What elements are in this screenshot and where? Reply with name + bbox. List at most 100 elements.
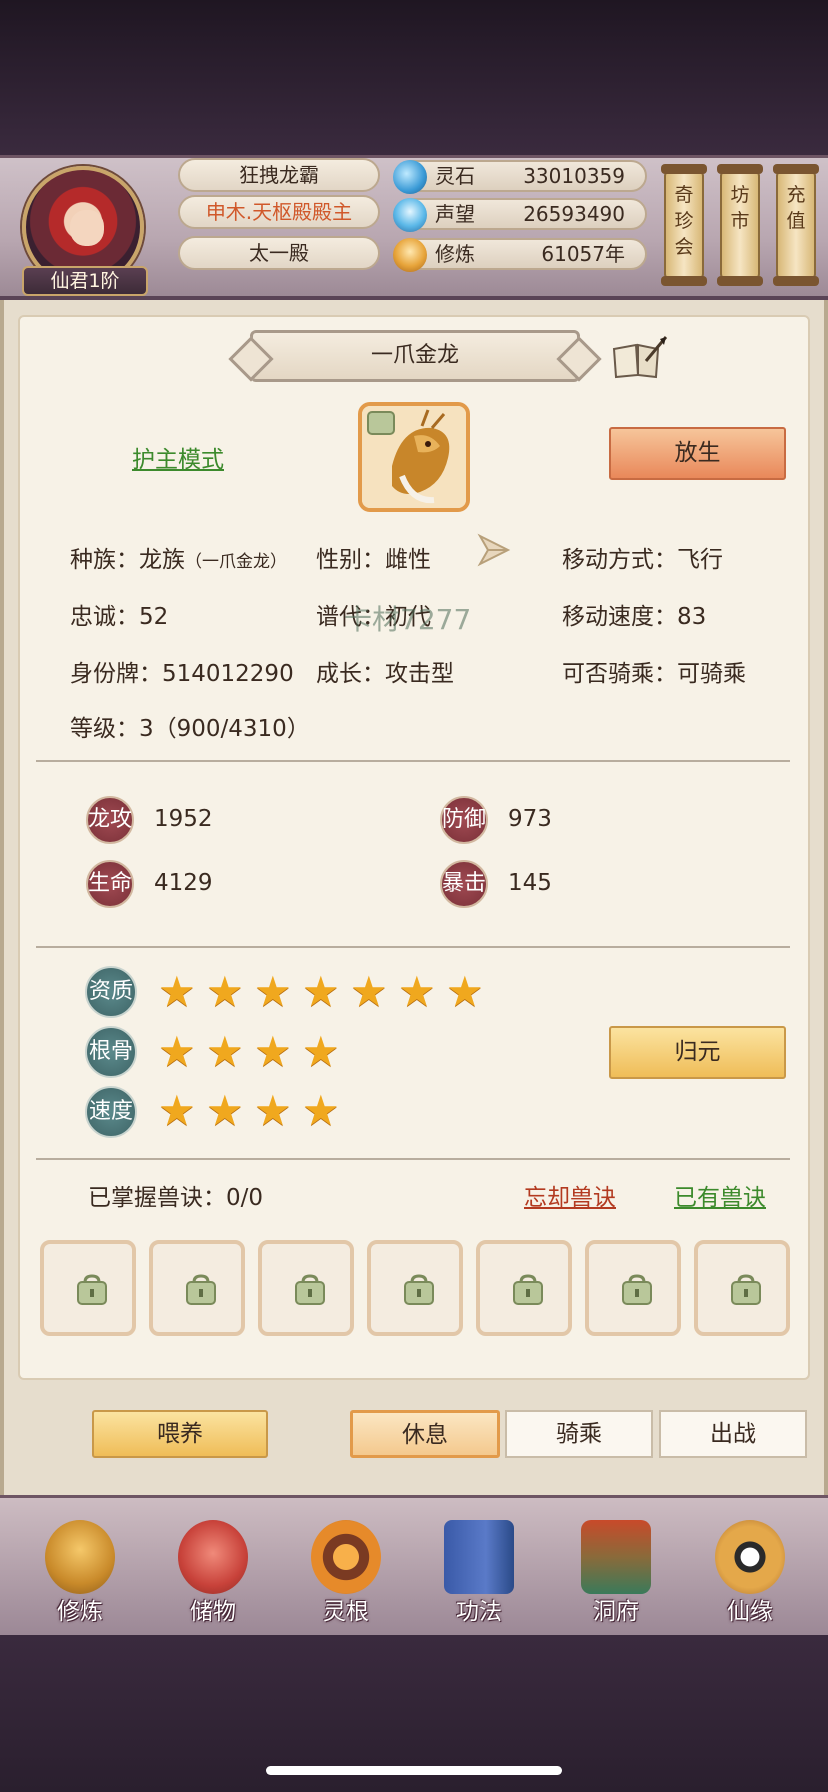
divider	[36, 1158, 790, 1160]
skill-slot[interactable]	[585, 1240, 681, 1336]
divider	[36, 946, 790, 948]
stat-value-hp: 4129	[154, 870, 213, 896]
loyalty-info: 忠诚：52	[70, 604, 169, 630]
star-icon: ★	[158, 967, 196, 1016]
race-value: 龙族	[139, 547, 185, 573]
lock-icon	[404, 1274, 434, 1305]
move-speed-info: 移动速度：83	[562, 604, 707, 630]
stat-badge-defense: 防御	[440, 796, 488, 844]
nav-label: 洞府	[593, 1599, 639, 1625]
pet-portrait[interactable]	[358, 402, 470, 512]
fight-button[interactable]: 出战	[659, 1410, 807, 1458]
pet-name-title: 一爪金龙	[250, 330, 580, 382]
ride-button[interactable]: 骑乘	[505, 1410, 653, 1458]
player-name: 狂拽龙霸	[178, 158, 380, 192]
resource-value: 33010359	[523, 164, 625, 188]
nav-cave-mansion[interactable]: 洞府	[566, 1520, 666, 1630]
resource-spirit-stone: 灵石 33010359	[393, 160, 647, 194]
growth-info: 成长：攻击型	[316, 661, 454, 687]
top-background	[0, 0, 828, 155]
nav-spirit-root[interactable]: 灵根	[296, 1520, 396, 1630]
star-icon: ★	[158, 1086, 196, 1135]
switch-arrow-icon[interactable]	[474, 532, 514, 568]
skill-slot[interactable]	[40, 1240, 136, 1336]
mastered-skills-label: 已掌握兽诀：0/0	[88, 1185, 264, 1211]
skill-slot[interactable]	[476, 1240, 572, 1336]
star-icon: ★	[254, 967, 292, 1016]
rideable-info: 可否骑乘：可骑乘	[562, 661, 746, 687]
rest-button[interactable]: 休息	[350, 1410, 500, 1458]
star-icon: ★	[302, 967, 340, 1016]
star-icon: ★	[206, 1027, 244, 1076]
divider	[36, 760, 790, 762]
resource-cultivation: 修炼 61057年	[393, 238, 647, 272]
scroll-button-recharge[interactable]: 充值	[773, 164, 819, 286]
lock-icon	[77, 1274, 107, 1305]
nav-label: 灵根	[323, 1599, 369, 1625]
stat-value-attack: 1952	[154, 806, 213, 832]
race-subtype: （一爪金龙）	[185, 552, 287, 572]
nav-label: 储物	[190, 1599, 236, 1625]
feed-button[interactable]: 喂养	[92, 1410, 268, 1458]
resource-value: 61057年	[541, 242, 625, 266]
gender-info: 性别：雌性	[316, 547, 431, 573]
rank-plate: 仙君1阶	[22, 266, 148, 296]
player-header: 仙君1阶 狂拽龙霸 申木.天枢殿殿主 太一殿 灵石 33010359 声望 26…	[0, 155, 828, 300]
spirit-root-emblem-icon	[311, 1520, 381, 1594]
nav-label: 仙缘	[727, 1599, 773, 1625]
avatar-face	[70, 210, 104, 246]
nav-label: 修炼	[57, 1599, 103, 1625]
gourd-yinyang-icon	[715, 1520, 785, 1594]
stat-value-crit: 145	[508, 870, 552, 896]
nav-cultivate[interactable]: 修炼	[30, 1520, 130, 1630]
resource-label: 修炼	[435, 242, 475, 266]
owned-skills-link[interactable]: 已有兽诀	[674, 1178, 766, 1212]
resource-label: 灵石	[435, 164, 475, 188]
race-label: 种族：	[70, 547, 139, 573]
aptitude-badge-speed: 速度	[85, 1086, 137, 1138]
lock-icon	[295, 1274, 325, 1305]
stat-badge-crit: 暴击	[440, 860, 488, 908]
scroll-label: 坊市	[730, 184, 750, 232]
return-origin-button[interactable]: 归元	[609, 1026, 786, 1079]
aptitude-badge-bone: 根骨	[85, 1026, 137, 1078]
book-quill-icon[interactable]	[610, 335, 668, 381]
skill-slot[interactable]	[258, 1240, 354, 1336]
stars-bone: ★ ★ ★ ★	[158, 1027, 342, 1076]
player-hall: 太一殿	[178, 236, 380, 270]
skill-slot[interactable]	[694, 1240, 790, 1336]
nav-label: 功法	[456, 1599, 502, 1625]
skill-slot[interactable]	[149, 1240, 245, 1336]
resource-value: 26593490	[523, 202, 625, 226]
release-button[interactable]: 放生	[609, 427, 786, 480]
lock-icon	[186, 1274, 216, 1305]
id-tag-info: 身份牌：514012290	[70, 661, 294, 687]
star-icon: ★	[398, 967, 436, 1016]
level-info: 等级：3（900/4310）	[70, 716, 310, 742]
scroll-label: 奇珍会	[674, 184, 694, 258]
scroll-button-treasure-auction[interactable]: 奇珍会	[661, 164, 707, 286]
stat-badge-attack: 龙攻	[86, 796, 134, 844]
cave-mansion-gate-icon	[581, 1520, 651, 1594]
nav-immortal-fate[interactable]: 仙缘	[700, 1520, 800, 1630]
star-icon: ★	[254, 1027, 292, 1076]
move-type-info: 移动方式：飞行	[562, 547, 723, 573]
home-indicator[interactable]	[266, 1766, 562, 1775]
forget-skill-link[interactable]: 忘却兽诀	[524, 1178, 616, 1212]
star-icon: ★	[302, 1027, 340, 1076]
lock-icon	[731, 1274, 761, 1305]
resource-reputation: 声望 26593490	[393, 198, 647, 232]
scroll-button-market[interactable]: 坊市	[717, 164, 763, 286]
lock-icon	[513, 1274, 543, 1305]
protect-mode-link[interactable]: 护主模式	[132, 440, 224, 474]
stars-quality: ★ ★ ★ ★ ★ ★ ★	[158, 967, 486, 1016]
stat-badge-hp: 生命	[86, 860, 134, 908]
skill-slot[interactable]	[367, 1240, 463, 1336]
lock-icon	[622, 1274, 652, 1305]
stat-value-defense: 973	[508, 806, 552, 832]
watermark-text: 卡材7277	[344, 603, 472, 636]
cultivation-meditation-icon	[393, 238, 427, 272]
aptitude-badge-quality: 资质	[85, 966, 137, 1018]
nav-storage[interactable]: 储物	[163, 1520, 263, 1630]
nav-techniques[interactable]: 功法	[429, 1520, 529, 1630]
